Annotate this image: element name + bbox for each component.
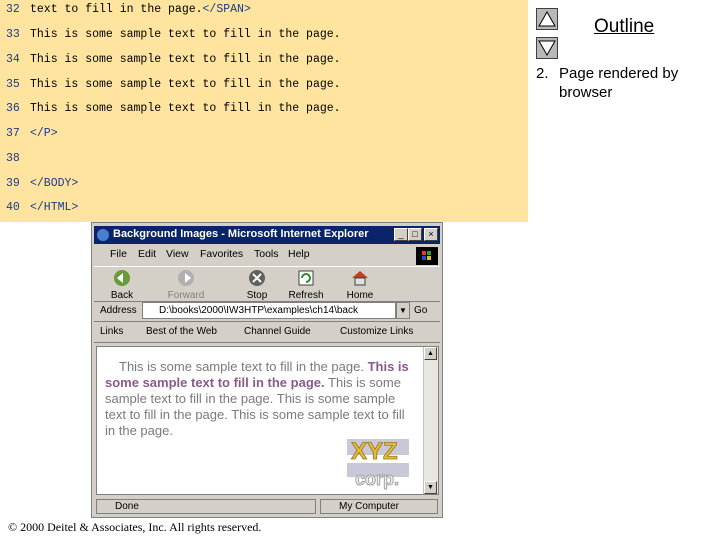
link-channel-guide[interactable]: Channel Guide (244, 326, 311, 337)
code-line-39: 39 </BODY> (6, 177, 78, 191)
line-number: 37 (6, 127, 20, 140)
stop-icon (249, 270, 265, 286)
xyz-corp-logo: XYZ corp. (347, 438, 409, 489)
browser-title: Background Images - Microsoft Internet E… (113, 228, 369, 240)
triangle-up-icon (538, 10, 556, 27)
svg-text:corp.: corp. (355, 469, 399, 489)
menu-view[interactable]: View (166, 248, 189, 260)
plain-text: This is some sample text to fill in the … (119, 359, 364, 374)
chevron-down-icon[interactable]: ▼ (396, 302, 410, 319)
link-best-of-web[interactable]: Best of the Web (146, 326, 217, 337)
close-button[interactable]: × (424, 228, 438, 241)
home-icon (352, 271, 368, 286)
code-line-35: 35 This is some sample text to fill in th… (6, 78, 341, 92)
scroll-up-icon[interactable]: ▲ (424, 347, 437, 360)
code-listing-panel: 32 text to fill in the page.</SPAN> 33 Thi… (0, 0, 528, 222)
minimize-button[interactable]: _ (394, 228, 408, 241)
forward-label: Forward (167, 290, 205, 301)
menu-help[interactable]: Help (288, 248, 310, 260)
maximize-button[interactable]: □ (408, 228, 422, 241)
stop-button[interactable]: Stop (235, 269, 279, 301)
stop-label: Stop (246, 290, 268, 301)
browser-title-bar: Background Images - Microsoft Internet E… (94, 226, 440, 244)
links-label: Links (100, 326, 124, 337)
scroll-down-icon[interactable]: ▼ (424, 481, 437, 494)
code-line-33: 33 This is some sample text to fill in th… (6, 28, 341, 42)
code-text: text to fill in the page. (30, 3, 203, 16)
code-line-36: 36 This is some sample text to fill in th… (6, 102, 341, 116)
refresh-label: Refresh (288, 290, 324, 301)
line-number: 35 (6, 78, 20, 91)
code-line-32: 32 text to fill in the page.</SPAN> (6, 3, 251, 17)
back-label: Back (110, 290, 134, 301)
refresh-icon (298, 270, 314, 286)
back-button[interactable]: Back (100, 269, 144, 301)
outline-item-number: 2. (536, 65, 549, 82)
code-text: This is some sample text to fill in the … (30, 53, 341, 66)
address-label: Address (100, 305, 137, 316)
code-tag: </P> (30, 127, 58, 140)
menu-file[interactable]: File (110, 248, 127, 260)
line-number: 34 (6, 53, 20, 66)
security-zone: My Computer (320, 499, 438, 514)
line-number: 36 (6, 102, 20, 115)
line-number: 39 (6, 177, 20, 190)
home-label: Home (346, 290, 374, 301)
code-tag: </BODY> (30, 177, 79, 190)
browser-window: Background Images - Microsoft Internet E… (91, 222, 443, 518)
status-bar: Done My Computer (94, 498, 440, 516)
line-number: 33 (6, 28, 20, 41)
windows-logo-icon (416, 247, 438, 265)
previous-slide-button[interactable] (536, 8, 558, 30)
code-text: This is some sample text to fill in the … (30, 78, 341, 91)
line-number: 32 (6, 3, 20, 16)
home-button[interactable]: Home (338, 269, 382, 301)
links-bar: Links Best of the Web Channel Guide Cust… (94, 322, 440, 343)
menu-bar: File Edit View Favorites Tools Help (94, 245, 440, 265)
page-content: This is some sample text to fill in the … (96, 346, 439, 495)
copyright-footer: © 2000 Deitel & Associates, Inc. All rig… (8, 520, 262, 534)
status-text: Done (96, 499, 316, 514)
go-button[interactable]: Go (414, 305, 427, 316)
triangle-down-icon (538, 40, 556, 57)
outline-title[interactable]: Outline (594, 16, 654, 38)
line-number: 38 (6, 152, 20, 165)
code-line-38: 38 (6, 152, 30, 166)
code-text: This is some sample text to fill in the … (30, 102, 341, 115)
link-customize[interactable]: Customize Links (340, 326, 413, 337)
menu-favorites[interactable]: Favorites (200, 248, 243, 260)
code-text: This is some sample text to fill in the … (30, 28, 341, 41)
forward-button[interactable]: Forward (164, 269, 208, 301)
next-slide-button[interactable] (536, 37, 558, 59)
address-input[interactable]: D:\books\2000\IW3HTP\examples\ch14\back (142, 302, 396, 319)
page-text: This is some sample text to fill in the … (105, 359, 411, 439)
code-line-37: 37 </P> (6, 127, 58, 141)
vertical-scrollbar[interactable]: ▲ ▼ (423, 347, 438, 494)
code-tag: </HTML> (30, 201, 79, 214)
refresh-button[interactable]: Refresh (284, 269, 328, 301)
code-line-34: 34 This is some sample text to fill in th… (6, 53, 341, 67)
address-bar: Address D:\books\2000\IW3HTP\examples\ch… (94, 301, 440, 322)
forward-arrow-icon (178, 270, 194, 286)
back-arrow-icon (114, 270, 130, 286)
outline-item: 2. Page rendered by browser (536, 64, 716, 102)
code-line-40: 40 </HTML> (6, 201, 78, 215)
svg-text:XYZ: XYZ (351, 438, 398, 465)
outline-item-text: Page rendered by browser (559, 65, 679, 101)
menu-edit[interactable]: Edit (138, 248, 156, 260)
menu-tools[interactable]: Tools (254, 248, 279, 260)
ie-icon (97, 229, 109, 241)
line-number: 40 (6, 201, 20, 214)
toolbar: Back Forward Stop Refresh Home (94, 266, 440, 302)
code-tag: </SPAN> (202, 3, 251, 16)
